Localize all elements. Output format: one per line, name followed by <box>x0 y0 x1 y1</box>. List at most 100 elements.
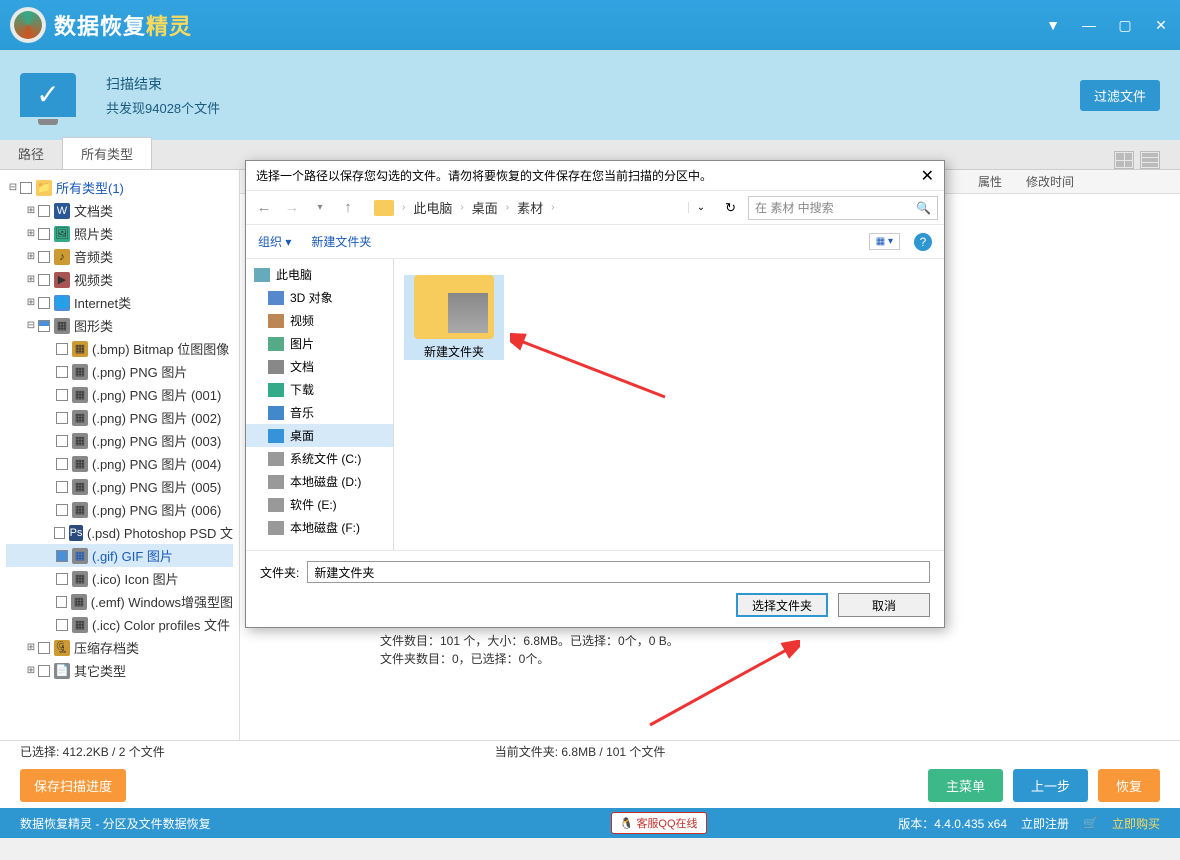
nav-back-icon[interactable]: ← <box>252 199 276 216</box>
nav-forward-icon[interactable]: → <box>280 199 304 216</box>
tree-png3[interactable]: ▦(.png) PNG 图片 (003) <box>6 429 233 452</box>
app-title: 数据恢复精灵 <box>54 9 192 41</box>
selected-status: 已选择: 412.2KB / 2 个文件 <box>20 743 165 760</box>
dtree-diskf[interactable]: 本地磁盘 (F:) <box>246 516 393 539</box>
dtree-download[interactable]: 下载 <box>246 378 393 401</box>
list-view-icon[interactable] <box>1140 151 1160 169</box>
dtree-video[interactable]: 视频 <box>246 309 393 332</box>
save-progress-button[interactable]: 保存扫描进度 <box>20 769 126 802</box>
new-folder-button[interactable]: 新建文件夹 <box>311 233 371 250</box>
bottom-bar: 保存扫描进度 主菜单 上一步 恢复 <box>0 762 1180 808</box>
dropdown-icon[interactable]: ▼ <box>1044 16 1062 34</box>
crumb-dropdown-icon[interactable]: ⌄ <box>688 202 713 213</box>
tree-png1[interactable]: ▦(.png) PNG 图片 (001) <box>6 383 233 406</box>
status-banner: ✓ 扫描结束 共发现94028个文件 过滤文件 <box>0 50 1180 140</box>
dialog-tree: 此电脑 3D 对象 视频 图片 文档 下载 音乐 桌面 系统文件 (C:) 本地… <box>246 259 394 550</box>
tree-png[interactable]: ▦(.png) PNG 图片 <box>6 360 233 383</box>
tab-all-types[interactable]: 所有类型 <box>62 137 152 169</box>
tree-video[interactable]: ⊞▶视频类 <box>6 268 233 291</box>
col-attr[interactable]: 属性 <box>966 173 1014 190</box>
window-controls: ▼ — ▢ ✕ <box>1044 16 1170 34</box>
crumb-desktop[interactable]: 桌面 <box>472 198 498 217</box>
view-switcher <box>1114 151 1160 169</box>
recover-button[interactable]: 恢复 <box>1098 769 1160 802</box>
scan-complete-label: 扫描结束 <box>106 74 220 94</box>
nav-history-icon[interactable]: ▾ <box>308 202 332 213</box>
dialog-nav: ← → ▾ ↑ › 此电脑 › 桌面 › 素材 › ⌄ ↻ 在 素材 中搜索 🔍 <box>246 191 944 225</box>
folder-label: 文件夹: <box>260 564 299 581</box>
prev-button[interactable]: 上一步 <box>1013 769 1088 802</box>
tree-photos[interactable]: ⊞🖼照片类 <box>6 222 233 245</box>
tree-internet[interactable]: ⊞🌐Internet类 <box>6 291 233 314</box>
tree-icc[interactable]: ▦(.icc) Color profiles 文件 <box>6 613 233 636</box>
file-new-folder[interactable]: 新建文件夹 <box>404 275 504 360</box>
info-file-count: 文件数目：101 个，大小：6.8MB。已选择：0个，0 B。 <box>380 632 679 650</box>
buy-link[interactable]: 立即购买 <box>1112 815 1160 832</box>
app-footer: 数据恢复精灵 - 分区及文件数据恢复 🐧 客服QQ在线 版本：4.4.0.435… <box>0 808 1180 838</box>
crumb-material[interactable]: 素材 <box>517 198 543 217</box>
close-button[interactable]: ✕ <box>1152 16 1170 34</box>
help-icon[interactable]: ? <box>914 233 932 251</box>
tree-png6[interactable]: ▦(.png) PNG 图片 (006) <box>6 498 233 521</box>
app-title-suffix: 精灵 <box>146 14 192 39</box>
dialog-body: 此电脑 3D 对象 视频 图片 文档 下载 音乐 桌面 系统文件 (C:) 本地… <box>246 259 944 550</box>
search-icon: 🔍 <box>916 201 931 215</box>
col-modified[interactable]: 修改时间 <box>1014 173 1086 190</box>
dtree-softe[interactable]: 软件 (E:) <box>246 493 393 516</box>
dtree-music[interactable]: 音乐 <box>246 401 393 424</box>
tree-archive[interactable]: ⊞🗜压缩存档类 <box>6 636 233 659</box>
file-name-label: 新建文件夹 <box>404 343 504 360</box>
nav-up-icon[interactable]: ↑ <box>336 199 360 216</box>
files-found-label: 共发现94028个文件 <box>106 98 220 117</box>
tree-png2[interactable]: ▦(.png) PNG 图片 (002) <box>6 406 233 429</box>
register-link[interactable]: 立即注册 <box>1021 815 1069 832</box>
tree-gif[interactable]: ▦(.gif) GIF 图片 <box>6 544 233 567</box>
select-folder-button[interactable]: 选择文件夹 <box>736 593 828 617</box>
info-folder-count: 文件夹数目：0，已选择：0个。 <box>380 650 679 668</box>
footer-right: 版本：4.4.0.435 x64 立即注册 🛒 立即购买 <box>898 815 1160 832</box>
dtree-pic[interactable]: 图片 <box>246 332 393 355</box>
crumb-pc[interactable]: 此电脑 <box>413 198 452 217</box>
cart-icon: 🛒 <box>1083 816 1098 830</box>
view-mode-dropdown[interactable]: ▦ ▾ <box>869 233 900 250</box>
dtree-3d[interactable]: 3D 对象 <box>246 286 393 309</box>
qq-support-button[interactable]: 🐧 客服QQ在线 <box>611 812 707 834</box>
tree-all-types[interactable]: ⊟📁所有类型(1) <box>6 176 233 199</box>
dtree-doc[interactable]: 文档 <box>246 355 393 378</box>
tree-png5[interactable]: ▦(.png) PNG 图片 (005) <box>6 475 233 498</box>
current-folder-status: 当前文件夹: 6.8MB / 101 个文件 <box>495 743 666 760</box>
main-menu-button[interactable]: 主菜单 <box>928 769 1003 802</box>
tree-docs[interactable]: ⊞W文档类 <box>6 199 233 222</box>
annotation-arrow-2 <box>640 640 800 730</box>
dialog-close-button[interactable]: ✕ <box>921 166 934 186</box>
organize-button[interactable]: 组织 ▾ <box>258 233 291 250</box>
tree-psd[interactable]: Ps(.psd) Photoshop PSD 文 <box>6 521 233 544</box>
dtree-diskd[interactable]: 本地磁盘 (D:) <box>246 470 393 493</box>
folder-name-input[interactable] <box>307 561 930 583</box>
tree-panel: ⊟📁所有类型(1) ⊞W文档类 ⊞🖼照片类 ⊞♪音频类 ⊞▶视频类 ⊞🌐Inte… <box>0 170 240 740</box>
search-input[interactable]: 在 素材 中搜索 🔍 <box>748 196 938 220</box>
dtree-sysc[interactable]: 系统文件 (C:) <box>246 447 393 470</box>
cancel-button[interactable]: 取消 <box>838 593 930 617</box>
tree-bmp[interactable]: ▦(.bmp) Bitmap 位图图像 <box>6 337 233 360</box>
app-logo-area: 数据恢复精灵 <box>10 7 192 43</box>
refresh-icon[interactable]: ↻ <box>717 200 744 216</box>
tree-emf[interactable]: ▦(.emf) Windows增强型图 <box>6 590 233 613</box>
tree-other[interactable]: ⊞📄其它类型 <box>6 659 233 682</box>
filter-files-button[interactable]: 过滤文件 <box>1080 80 1160 111</box>
tree-graphics[interactable]: ⊟▦图形类 <box>6 314 233 337</box>
tree-ico[interactable]: ▦(.ico) Icon 图片 <box>6 567 233 590</box>
tree-png4[interactable]: ▦(.png) PNG 图片 (004) <box>6 452 233 475</box>
search-placeholder: 在 素材 中搜索 <box>755 199 834 216</box>
tree-audio[interactable]: ⊞♪音频类 <box>6 245 233 268</box>
grid-view-icon[interactable] <box>1114 151 1134 169</box>
dtree-pc[interactable]: 此电脑 <box>246 263 393 286</box>
dtree-desktop[interactable]: 桌面 <box>246 424 393 447</box>
tab-path[interactable]: 路径 <box>0 138 62 169</box>
maximize-button[interactable]: ▢ <box>1116 16 1134 34</box>
dialog-file-pane[interactable]: 新建文件夹 <box>394 259 944 550</box>
app-logo-icon <box>10 7 46 43</box>
dialog-toolbar: 组织 ▾ 新建文件夹 ▦ ▾ ? <box>246 225 944 259</box>
nav-buttons: 主菜单 上一步 恢复 <box>928 769 1160 802</box>
minimize-button[interactable]: — <box>1080 16 1098 34</box>
